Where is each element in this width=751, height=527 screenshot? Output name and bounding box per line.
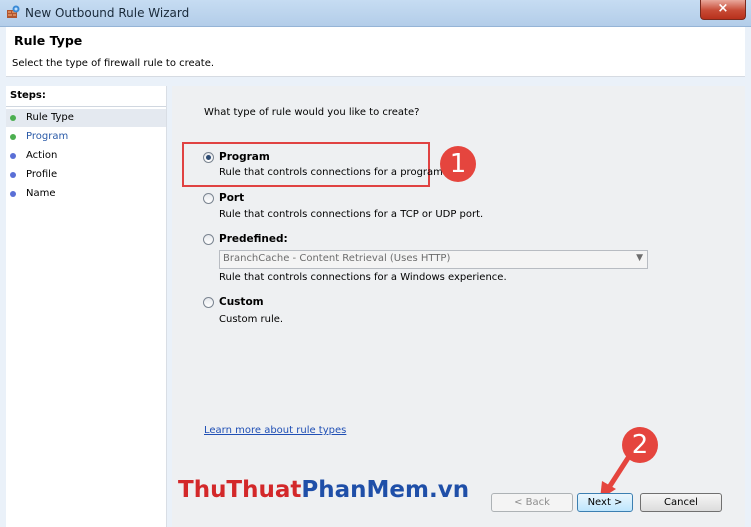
program-option-label[interactable]: Program <box>219 151 270 163</box>
chevron-down-icon: ▼ <box>636 253 643 263</box>
close-icon: × <box>717 1 729 16</box>
step-bullet-icon <box>10 172 16 178</box>
port-option-description: Rule that controls connections for a TCP… <box>219 209 484 220</box>
annotation-number-1: 1 <box>440 146 476 182</box>
close-button[interactable]: × <box>700 0 746 20</box>
step-label: Program <box>26 131 69 142</box>
predefined-option-description: Rule that controls connections for a Win… <box>219 272 507 283</box>
page-header: Rule Type Select the type of firewall ru… <box>6 27 745 77</box>
step-label: Action <box>26 150 58 161</box>
watermark-part-2: PhanMem.vn <box>301 477 470 503</box>
custom-option-description: Custom rule. <box>219 314 284 325</box>
step-bullet-icon <box>10 115 16 121</box>
steps-label: Steps: <box>10 90 46 101</box>
step-label: Profile <box>26 169 58 180</box>
step-label: Name <box>26 188 56 199</box>
predefined-select-value: BranchCache - Content Retrieval (Uses HT… <box>223 253 451 264</box>
wizard-window: New Outbound Rule Wizard × Rule Type Sel… <box>0 0 751 527</box>
page-title: Rule Type <box>14 33 83 48</box>
back-button[interactable]: < Back <box>491 493 573 512</box>
step-bullet-icon <box>10 191 16 197</box>
port-option-label[interactable]: Port <box>219 192 244 204</box>
step-rule-type[interactable]: Rule Type <box>6 109 166 127</box>
step-bullet-icon <box>10 153 16 159</box>
learn-more-link[interactable]: Learn more about rule types <box>204 425 346 436</box>
steps-divider <box>6 106 166 107</box>
program-option-description: Rule that controls connections for a pro… <box>219 167 447 178</box>
step-profile[interactable]: Profile <box>6 166 166 184</box>
step-bullet-icon <box>10 134 16 140</box>
port-radio[interactable] <box>203 193 214 204</box>
next-button[interactable]: Next > <box>577 493 633 512</box>
step-action[interactable]: Action <box>6 147 166 165</box>
custom-option-label[interactable]: Custom <box>219 296 264 308</box>
step-name[interactable]: Name <box>6 185 166 203</box>
window-title: New Outbound Rule Wizard <box>25 6 190 20</box>
watermark-logo: ThuThuatPhanMem.vn <box>178 477 469 503</box>
cancel-button[interactable]: Cancel <box>640 493 722 512</box>
step-label: Rule Type <box>26 112 74 123</box>
firewall-icon <box>7 5 20 18</box>
page-subtitle: Select the type of firewall rule to crea… <box>12 58 215 69</box>
annotation-highlight-box <box>182 142 430 187</box>
predefined-rule-select[interactable]: BranchCache - Content Retrieval (Uses HT… <box>219 250 648 269</box>
watermark-part-1: ThuThuat <box>178 477 302 503</box>
steps-pane: Steps: Rule Type Program Action Profile … <box>6 86 167 527</box>
rule-type-question: What type of rule would you like to crea… <box>204 107 420 118</box>
program-radio[interactable] <box>203 152 214 163</box>
title-bar: New Outbound Rule Wizard × <box>0 0 751 27</box>
predefined-option-label[interactable]: Predefined: <box>219 233 288 245</box>
predefined-radio[interactable] <box>203 234 214 245</box>
step-program[interactable]: Program <box>6 128 166 146</box>
custom-radio[interactable] <box>203 297 214 308</box>
